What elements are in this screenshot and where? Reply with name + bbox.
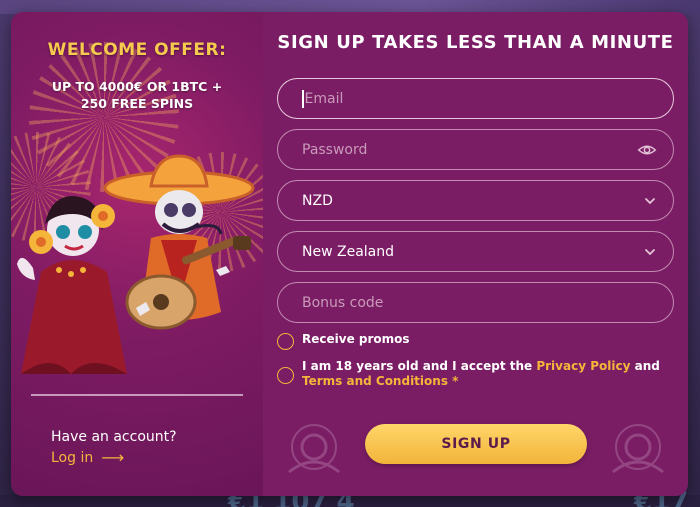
signup-modal: WELCOME OFFER: UP TO 4000€ OR 1BTC + 250… bbox=[11, 12, 688, 496]
accept-terms-conjunction: and bbox=[634, 359, 660, 373]
signup-form-title: SIGN UP TAKES LESS THAN A MINUTE bbox=[277, 32, 674, 53]
accept-terms-text: I am 18 years old and I accept the Priva… bbox=[302, 359, 667, 389]
mariachi-skeleton-illustration bbox=[17, 154, 255, 374]
accept-terms-checkbox[interactable] bbox=[277, 367, 294, 384]
required-mark: * bbox=[452, 374, 459, 388]
arrow-right-icon: ⟶ bbox=[101, 448, 125, 467]
welcome-offer-title: WELCOME OFFER: bbox=[47, 40, 227, 60]
eye-icon[interactable] bbox=[637, 140, 657, 160]
accept-terms-option[interactable]: I am 18 years old and I accept the Priva… bbox=[277, 359, 667, 389]
email-input[interactable] bbox=[304, 90, 657, 107]
country-select[interactable]: New Zealand bbox=[277, 231, 674, 272]
login-link-label: Log in bbox=[51, 449, 94, 466]
email-field[interactable] bbox=[277, 78, 674, 119]
currency-select[interactable]: NZD bbox=[277, 180, 674, 221]
chevron-down-icon bbox=[645, 248, 655, 255]
accept-terms-prefix: I am 18 years old and I accept the bbox=[302, 359, 533, 373]
floral-decoration bbox=[612, 424, 664, 474]
receive-promos-label: Receive promos bbox=[302, 332, 410, 346]
privacy-policy-link[interactable]: Privacy Policy bbox=[536, 359, 630, 373]
receive-promos-option[interactable]: Receive promos bbox=[277, 332, 410, 350]
bonus-code-field[interactable] bbox=[277, 282, 674, 323]
password-field[interactable] bbox=[277, 129, 674, 170]
have-account-text: Have an account? bbox=[51, 429, 177, 445]
welcome-offer-description: UP TO 4000€ OR 1BTC + 250 FREE SPINS bbox=[51, 79, 223, 111]
promo-divider bbox=[31, 394, 243, 396]
login-link[interactable]: Log in ⟶ bbox=[51, 448, 124, 467]
bonus-code-input[interactable] bbox=[302, 294, 657, 311]
text-caret bbox=[302, 89, 304, 108]
floral-decoration bbox=[288, 424, 340, 474]
country-select-value: New Zealand bbox=[302, 243, 394, 260]
currency-select-value: NZD bbox=[302, 192, 333, 209]
chevron-down-icon bbox=[645, 197, 655, 204]
terms-and-conditions-link[interactable]: Terms and Conditions bbox=[302, 374, 448, 388]
password-input[interactable] bbox=[302, 141, 637, 158]
sign-up-button[interactable]: SIGN UP bbox=[365, 424, 587, 464]
receive-promos-checkbox[interactable] bbox=[277, 333, 294, 350]
welcome-offer-panel: WELCOME OFFER: UP TO 4000€ OR 1BTC + 250… bbox=[11, 12, 263, 496]
signup-form-panel: SIGN UP TAKES LESS THAN A MINUTE NZD New… bbox=[263, 12, 688, 496]
